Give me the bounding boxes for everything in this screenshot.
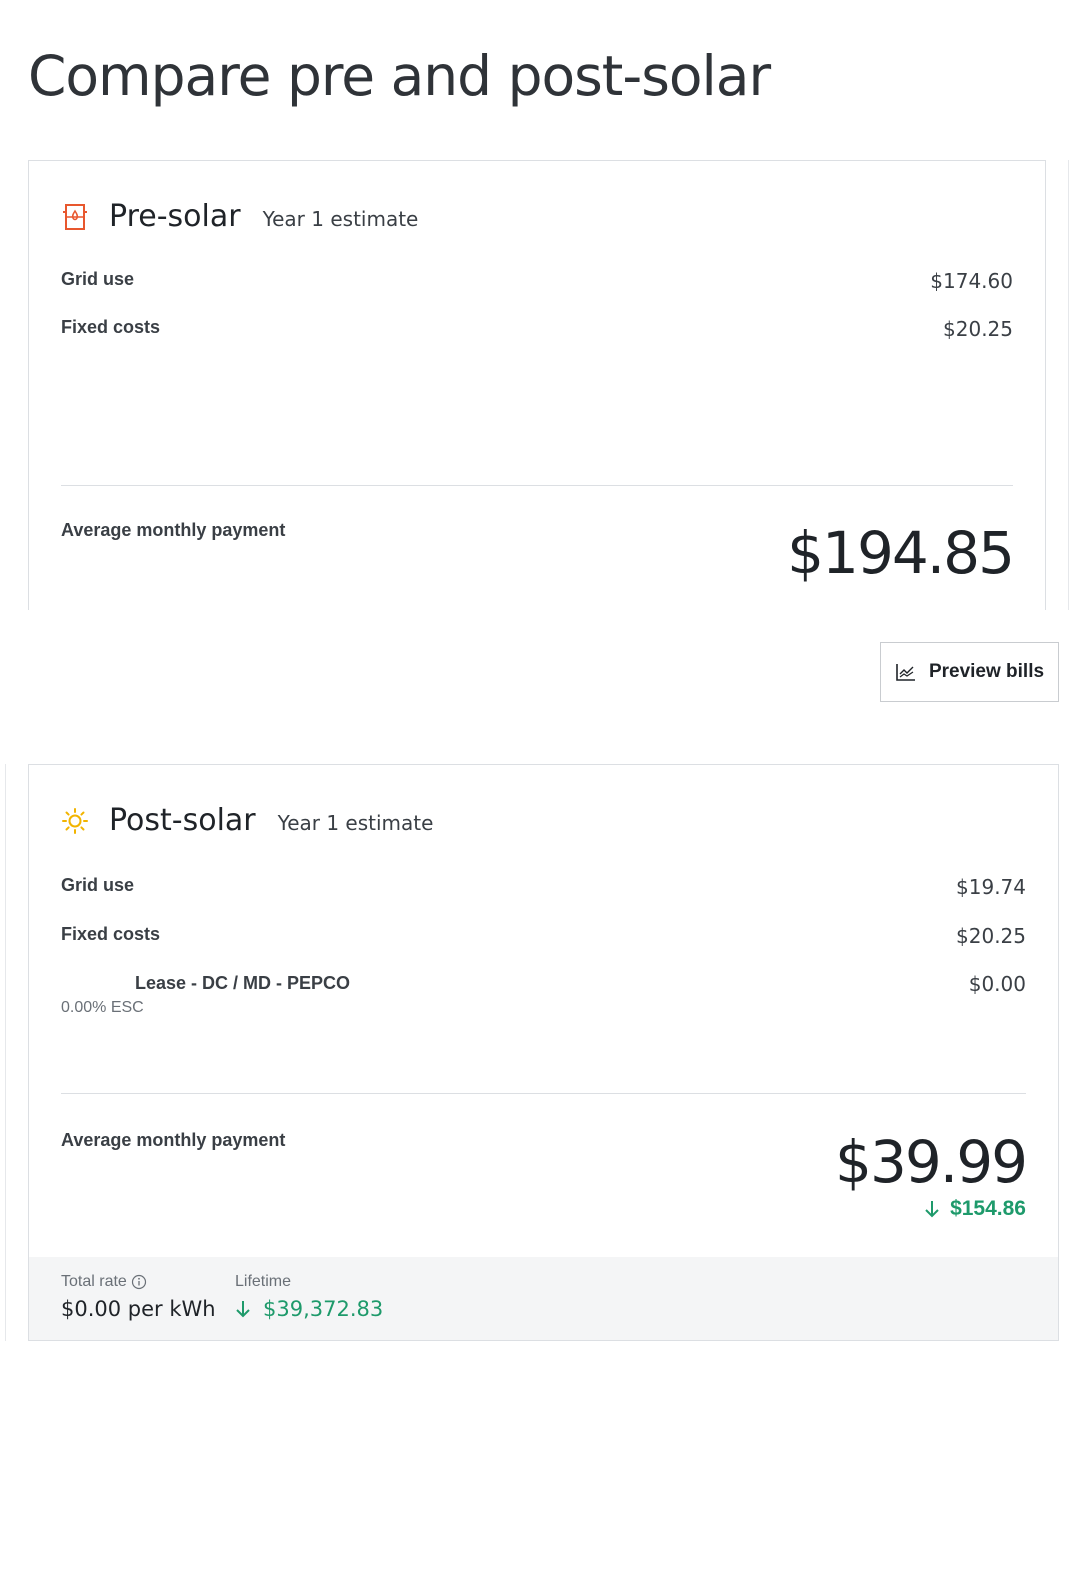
previous-card-edge [0, 764, 6, 1341]
post-average-label: Average monthly payment [61, 1130, 286, 1150]
preview-bills-label: Preview bills [928, 661, 1045, 682]
lease-name: Lease - DC / MD - PEPCO [135, 973, 351, 993]
pre-solar-header: Pre-solar Year 1 estimate [61, 199, 418, 234]
monthly-savings-value: $154.86 [950, 1197, 1026, 1220]
page-title: Compare pre and post-solar [28, 44, 771, 108]
pre-fixed-costs-value: $20.25 [943, 317, 1013, 341]
lease-escalator: 0.00% ESC [61, 999, 144, 1016]
monthly-savings: $154.86 [924, 1197, 1026, 1221]
preview-bills-button[interactable]: Preview bills [880, 642, 1059, 702]
pre-solar-card: Pre-solar Year 1 estimate Grid use $174.… [28, 160, 1046, 610]
total-rate-stat: Total rate $0.00 per kWh [61, 1273, 216, 1321]
post-solar-subtitle: Year 1 estimate [277, 811, 434, 835]
pre-fixed-costs-row: Fixed costs $20.25 [61, 317, 1013, 341]
post-average-value: $39.99 [835, 1128, 1028, 1196]
post-grid-use-label: Grid use [61, 875, 135, 895]
lease-value: $0.00 [968, 972, 1026, 996]
post-solar-footer: Total rate $0.00 per kWh Lifetime $39,37… [29, 1257, 1058, 1340]
pre-grid-use-label: Grid use [61, 269, 135, 289]
pre-grid-use-value: $174.60 [930, 269, 1013, 293]
pre-divider [61, 485, 1013, 486]
pre-fixed-costs-label: Fixed costs [61, 317, 161, 337]
next-card-edge [1068, 160, 1080, 610]
post-divider [61, 1093, 1026, 1094]
post-solar-card: Post-solar Year 1 estimate Grid use $19.… [28, 764, 1059, 1341]
total-rate-label: Total rate [61, 1273, 127, 1290]
post-fixed-costs-value: $20.25 [956, 924, 1026, 948]
arrow-down-icon [924, 1199, 940, 1219]
pre-solar-title: Pre-solar [109, 199, 241, 234]
post-fixed-costs-label: Fixed costs [61, 924, 161, 944]
post-solar-header: Post-solar Year 1 estimate [61, 803, 433, 838]
total-rate-value: $0.00 per kWh [61, 1297, 216, 1321]
info-icon[interactable] [131, 1274, 147, 1290]
pre-grid-use-row: Grid use $174.60 [61, 269, 1013, 293]
utility-meter-icon [61, 203, 89, 231]
lifetime-value: $39,372.83 [263, 1297, 384, 1321]
sun-icon [61, 807, 89, 835]
post-solar-title: Post-solar [109, 803, 256, 838]
pre-average-value: $194.85 [787, 519, 1015, 587]
chart-line-icon [895, 662, 917, 682]
pre-average-label: Average monthly payment [61, 520, 286, 540]
lifetime-label: Lifetime [235, 1273, 292, 1290]
arrow-down-icon [235, 1299, 251, 1319]
pre-solar-subtitle: Year 1 estimate [262, 207, 419, 231]
post-fixed-costs-row: Fixed costs $20.25 [61, 924, 1026, 948]
post-grid-use-row: Grid use $19.74 [61, 875, 1026, 899]
post-grid-use-value: $19.74 [956, 875, 1026, 899]
lifetime-stat: Lifetime $39,372.83 [235, 1273, 383, 1321]
